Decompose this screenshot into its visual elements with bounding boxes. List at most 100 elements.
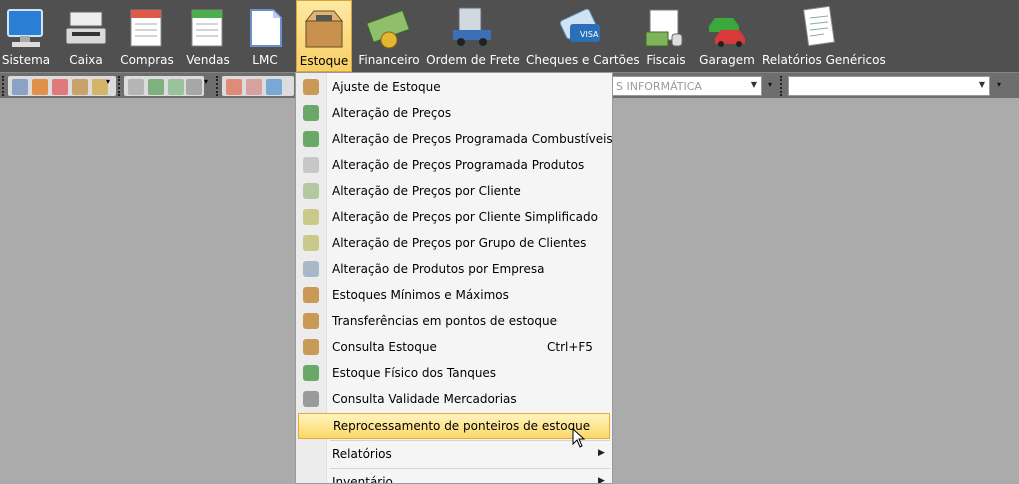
boxes-icon xyxy=(303,79,319,95)
menu-item-alteracao-precos-programada-combustiveis[interactable]: Alteração de Preços Programada Combustív… xyxy=(296,126,612,152)
company-select-value: S INFORMÁTICA xyxy=(616,80,702,93)
menu-item-label: Alteração de Preços por Grupo de Cliente… xyxy=(332,236,587,250)
menu-item-label: Estoques Mínimos e Máximos xyxy=(332,288,509,302)
price-tag-icon xyxy=(303,105,319,121)
exchange-icon[interactable] xyxy=(148,79,164,95)
toolbar-overflow-4[interactable]: ▾ xyxy=(997,80,1001,89)
cash-register-icon xyxy=(65,11,107,45)
toolbar-overflow-1[interactable]: ▾ xyxy=(106,77,114,93)
toolbar-grip[interactable] xyxy=(2,76,7,96)
menu-item-label: Alteração de Produtos por Empresa xyxy=(332,262,545,276)
boxes-icon xyxy=(303,287,319,303)
ribbon-label: Financeiro xyxy=(358,53,420,67)
menu-item-ajuste-estoque[interactable]: Ajuste de Estoque xyxy=(296,74,612,100)
form-icon[interactable] xyxy=(226,79,242,95)
menu-item-alteracao-precos-programada-produtos[interactable]: Alteração de Preços Programada Produtos xyxy=(296,152,612,178)
report-icon xyxy=(803,5,835,47)
price-tag-icon xyxy=(303,131,319,147)
menu-item-label: Ajuste de Estoque xyxy=(332,80,441,94)
menu-item-label: Alteração de Preços xyxy=(332,106,452,120)
menu-item-alteracao-precos[interactable]: Alteração de Preços xyxy=(296,100,612,126)
submenu-arrow-icon: ▶ xyxy=(598,448,605,458)
chevron-down-icon: ▼ xyxy=(978,80,985,89)
client-price-icon xyxy=(303,209,319,225)
menu-item-label: Estoque Físico dos Tanques xyxy=(332,366,497,380)
toolbar-grip[interactable] xyxy=(216,76,221,96)
toolbar-group-2 xyxy=(124,76,204,96)
toolbar-grip[interactable] xyxy=(780,76,785,96)
person-card-icon[interactable] xyxy=(266,79,282,95)
client-price-icon xyxy=(303,183,319,199)
toolbar-overflow-2[interactable]: ▾ xyxy=(204,77,212,93)
ribbon-garagem-button[interactable]: Garagem xyxy=(698,0,756,72)
menu-item-consulta-estoque[interactable]: Consulta Estoque Ctrl+F5 xyxy=(296,334,612,360)
mouse-pointer-icon xyxy=(572,428,586,448)
menu-item-estoque-fisico-tanques[interactable]: Estoque Físico dos Tanques xyxy=(296,360,612,386)
company-select[interactable]: S INFORMÁTICA ▼ xyxy=(612,76,762,96)
fiscal-icon xyxy=(645,9,683,47)
ribbon-lmc-button[interactable]: LMC xyxy=(240,0,290,72)
menu-item-alteracao-produtos-empresa[interactable]: Alteração de Produtos por Empresa xyxy=(296,256,612,282)
ribbon-ordem-de-frete-button[interactable]: Ordem de Frete xyxy=(426,0,520,72)
ribbon-label: Fiscais xyxy=(646,53,686,67)
user-icon[interactable] xyxy=(32,79,48,95)
menu-item-label: Alteração de Preços por Cliente xyxy=(332,184,521,198)
client-group-icon xyxy=(303,235,319,251)
menu-item-transferencias[interactable]: Transferências em pontos de estoque xyxy=(296,308,612,334)
menu-item-label: Inventário xyxy=(332,475,393,484)
sales-form-icon xyxy=(191,9,223,47)
computer-icon xyxy=(7,9,43,47)
ribbon-financeiro-button[interactable]: Financeiro xyxy=(358,0,420,72)
ribbon-vendas-button[interactable]: Vendas xyxy=(180,0,236,72)
main-ribbon: Sistema Caixa Compras Vendas LMC Estoque… xyxy=(0,0,1019,72)
ribbon-sistema-button[interactable]: Sistema xyxy=(0,0,52,72)
purchases-form-icon xyxy=(130,9,162,47)
list-icon[interactable] xyxy=(246,79,262,95)
cash-icon[interactable] xyxy=(72,79,88,95)
menu-item-reprocessamento-ponteiros[interactable]: Reprocessamento de ponteiros de estoque xyxy=(298,413,610,439)
document-icon xyxy=(250,9,282,47)
submenu-arrow-icon: ▶ xyxy=(598,476,605,484)
menu-item-inventario[interactable]: Inventário ▶ xyxy=(296,469,612,484)
menu-item-estoques-minimos-maximos[interactable]: Estoques Mínimos e Máximos xyxy=(296,282,612,308)
safe-icon xyxy=(303,391,319,407)
tank-icon xyxy=(303,365,319,381)
ribbon-label: Garagem xyxy=(699,53,755,67)
money-icon xyxy=(366,9,410,49)
estoque-dropdown-menu: Ajuste de Estoque Alteração de Preços Al… xyxy=(295,72,613,484)
ribbon-caixa-button[interactable]: Caixa xyxy=(58,0,114,72)
toolbar-grip[interactable] xyxy=(118,76,123,96)
ribbon-label: Relatórios Genéricos xyxy=(762,53,886,67)
users-icon[interactable] xyxy=(52,79,68,95)
ribbon-label: Estoque xyxy=(299,54,349,68)
menu-item-relatorios[interactable]: Relatórios ▶ xyxy=(296,441,612,467)
ribbon-compras-button[interactable]: Compras xyxy=(118,0,176,72)
chevron-down-icon: ▼ xyxy=(750,80,757,89)
ribbon-estoque-button[interactable]: Estoque xyxy=(296,0,352,72)
ribbon-cheques-cartoes-button[interactable]: VISA Cheques e Cartões xyxy=(526,0,640,72)
ribbon-label: Vendas xyxy=(186,53,230,67)
menu-item-label: Alteração de Preços Programada Produtos xyxy=(332,158,585,172)
menu-item-alteracao-precos-grupo-clientes[interactable]: Alteração de Preços por Grupo de Cliente… xyxy=(296,230,612,256)
toolbar-group-3 xyxy=(222,76,294,96)
ribbon-relatorios-genericos-button[interactable]: Relatórios Genéricos xyxy=(762,0,886,72)
secondary-select[interactable]: ▼ xyxy=(788,76,990,96)
refresh-icon[interactable] xyxy=(168,79,184,95)
menu-item-alteracao-precos-cliente-simplificado[interactable]: Alteração de Preços por Cliente Simplifi… xyxy=(296,204,612,230)
menu-item-alteracao-precos-cliente[interactable]: Alteração de Preços por Cliente xyxy=(296,178,612,204)
window-icon[interactable] xyxy=(12,79,28,95)
ribbon-label: Compras xyxy=(120,53,174,67)
products-company-icon xyxy=(303,261,319,277)
toolbar-overflow-3[interactable]: ▾ xyxy=(768,80,772,89)
svg-text:VISA: VISA xyxy=(580,30,599,39)
schedule-icon xyxy=(303,157,319,173)
menu-item-consulta-validade[interactable]: Consulta Validade Mercadorias xyxy=(296,386,612,412)
menu-item-label: Reprocessamento de ponteiros de estoque xyxy=(333,419,591,433)
menu-item-label: Relatórios xyxy=(332,447,392,461)
tools-icon[interactable] xyxy=(186,79,202,95)
ribbon-label: Ordem de Frete xyxy=(426,53,520,67)
printer-icon[interactable] xyxy=(128,79,144,95)
search-boxes-icon xyxy=(303,339,319,355)
cars-icon xyxy=(709,18,745,47)
ribbon-fiscais-button[interactable]: Fiscais xyxy=(640,0,692,72)
